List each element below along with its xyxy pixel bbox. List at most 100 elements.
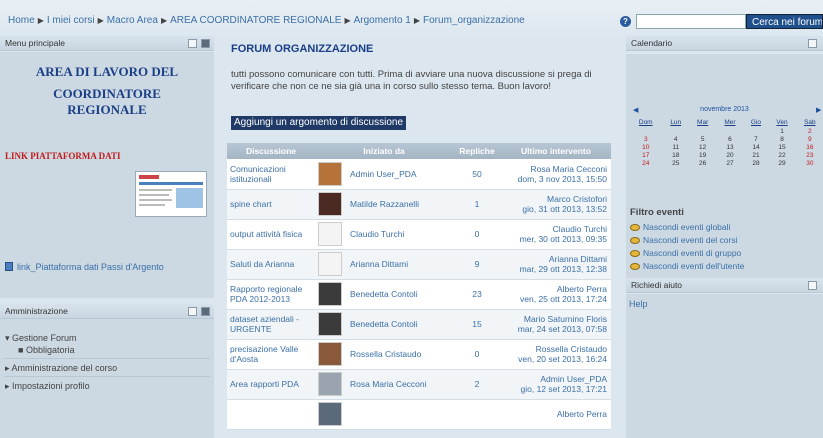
calendar-day[interactable]: 30	[796, 159, 823, 167]
filter-user-events[interactable]: Nascondi eventi dell'utente	[630, 261, 744, 271]
calendar-day[interactable]: 25	[663, 159, 689, 167]
avatar[interactable]	[318, 252, 342, 276]
search-input[interactable]	[636, 14, 746, 29]
last-post-author[interactable]: Admin User_PDA	[501, 374, 607, 384]
topic-link[interactable]: dataset aziendali - URGENTE	[227, 309, 315, 340]
platform-screenshot-thumbnail[interactable]	[135, 171, 207, 217]
last-post-author[interactable]: Alberto Perra	[501, 284, 607, 294]
replies-link[interactable]: 23	[453, 279, 501, 310]
avatar[interactable]	[318, 402, 342, 426]
author-link[interactable]: Rosa Maria Cecconi	[347, 369, 453, 400]
topic-link[interactable]: Comunicazioni istituzionali	[227, 159, 315, 190]
breadcrumb-macro-area[interactable]: Macro Area	[107, 15, 158, 26]
calendar-day[interactable]: 19	[689, 151, 716, 159]
calendar-day[interactable]: 4	[663, 135, 689, 143]
topic-link[interactable]: output attività fisica	[227, 219, 315, 250]
calendar-day[interactable]: 18	[663, 151, 689, 159]
calendar-day[interactable]: 17	[629, 151, 663, 159]
dock-icon[interactable]	[201, 39, 210, 48]
breadcrumb-my-courses[interactable]: I miei corsi	[47, 15, 95, 26]
admin-item-profile[interactable]: ▸ Impostazioni profilo	[5, 381, 90, 392]
search-button[interactable]: Cerca nei forum	[746, 14, 823, 29]
calendar-day[interactable]: 12	[689, 143, 716, 151]
calendar-day[interactable]: 15	[768, 143, 795, 151]
breadcrumb-topic[interactable]: Argomento 1	[354, 15, 411, 26]
last-post-author[interactable]: Alberto Perra	[501, 409, 607, 419]
calendar-day[interactable]: 16	[796, 143, 823, 151]
avatar[interactable]	[318, 161, 342, 186]
topic-link[interactable]: Saluti da Arianna	[227, 249, 315, 280]
replies-link[interactable]: 15	[453, 309, 501, 340]
author-link[interactable]: Benedetta Contoli	[347, 279, 453, 310]
dock-icon[interactable]	[201, 307, 210, 316]
breadcrumb-forum[interactable]: Forum_organizzazione	[423, 15, 525, 26]
last-post-date[interactable]: ven, 20 set 2013, 16:24	[501, 354, 607, 364]
last-post-date[interactable]: ven, 25 ott 2013, 17:24	[501, 294, 607, 304]
breadcrumb-home[interactable]: Home	[8, 15, 35, 26]
topic-link[interactable]: Area rapporti PDA	[227, 369, 315, 400]
calendar-day[interactable]: 11	[663, 143, 689, 151]
replies-link[interactable]: 0	[453, 219, 501, 250]
last-post-date[interactable]: mar, 24 set 2013, 07:58	[501, 324, 607, 334]
help-link[interactable]: Help	[629, 299, 648, 309]
calendar-day[interactable]: 27	[716, 159, 743, 167]
author-link[interactable]: Rossella Cristaudo	[347, 339, 453, 370]
collapse-icon[interactable]	[188, 39, 197, 48]
calendar-day[interactable]: 5	[689, 135, 716, 143]
column-header[interactable]: Iniziato da	[315, 143, 453, 159]
replies-link[interactable]	[453, 399, 501, 430]
admin-item-course[interactable]: ▸ Amministrazione del corso	[5, 363, 117, 374]
last-post-author[interactable]: Rossella Cristaudo	[501, 344, 607, 354]
calendar-day[interactable]: 2	[796, 127, 823, 135]
filter-group-events[interactable]: Nascondi eventi di gruppo	[630, 248, 741, 258]
calendar-day[interactable]: 14	[744, 143, 769, 151]
avatar[interactable]	[318, 372, 342, 396]
topic-link[interactable]	[227, 399, 315, 430]
replies-link[interactable]: 9	[453, 249, 501, 280]
author-link[interactable]: Claudio Turchi	[347, 219, 453, 250]
admin-item-forum[interactable]: ▾ Gestione Forum	[5, 333, 77, 344]
calendar-day[interactable]: 20	[716, 151, 743, 159]
author-link[interactable]	[347, 399, 453, 430]
calendar-day[interactable]: 9	[796, 135, 823, 143]
replies-link[interactable]: 50	[453, 159, 501, 190]
filter-global-events[interactable]: Nascondi eventi globali	[630, 222, 730, 232]
replies-link[interactable]: 1	[453, 189, 501, 220]
calendar-day[interactable]: 22	[768, 151, 795, 159]
author-link[interactable]: Admin User_PDA	[347, 159, 453, 190]
calendar-day[interactable]: 28	[744, 159, 769, 167]
last-post-date[interactable]: mer, 30 ott 2013, 09:35	[501, 234, 607, 244]
author-link[interactable]: Benedetta Contoli	[347, 309, 453, 340]
admin-item-required[interactable]: ■ Obbligatoria	[18, 345, 74, 355]
avatar[interactable]	[318, 192, 342, 216]
platform-file-link[interactable]: link_Piattaforma dati Passi d'Argento	[5, 262, 164, 272]
avatar[interactable]	[318, 222, 342, 246]
avatar[interactable]	[318, 282, 342, 306]
calendar-day[interactable]: 7	[744, 135, 769, 143]
replies-link[interactable]: 2	[453, 369, 501, 400]
column-header[interactable]: Ultimo intervento	[501, 143, 611, 159]
calendar-day[interactable]: 10	[629, 143, 663, 151]
calendar-day[interactable]: 23	[796, 151, 823, 159]
replies-link[interactable]: 0	[453, 339, 501, 370]
topic-link[interactable]: precisazione Valle d'Aosta	[227, 339, 315, 370]
topic-link[interactable]: spine chart	[227, 189, 315, 220]
collapse-icon[interactable]	[808, 39, 817, 48]
filter-course-events[interactable]: Nascondi eventi del corsi	[630, 235, 738, 245]
calendar-day[interactable]: 26	[689, 159, 716, 167]
column-header[interactable]: Discussione	[227, 143, 315, 159]
avatar[interactable]	[318, 342, 342, 366]
calendar-day[interactable]: 6	[716, 135, 743, 143]
calendar-day[interactable]: 24	[629, 159, 663, 167]
last-post-date[interactable]: dom, 3 nov 2013, 15:50	[501, 174, 607, 184]
last-post-date[interactable]: mar, 29 ott 2013, 12:38	[501, 264, 607, 274]
author-link[interactable]: Arianna Dittami	[347, 249, 453, 280]
column-header[interactable]: Repliche	[453, 143, 501, 159]
avatar[interactable]	[318, 312, 342, 336]
calendar-day[interactable]: 21	[744, 151, 769, 159]
calendar-day[interactable]: 1	[768, 127, 795, 135]
last-post-author[interactable]: Arianna Dittami	[501, 254, 607, 264]
collapse-icon[interactable]	[808, 281, 817, 290]
add-discussion-button[interactable]: Aggiungi un argomento di discussione	[231, 116, 406, 130]
last-post-author[interactable]: Marco Cristofori	[501, 194, 607, 204]
